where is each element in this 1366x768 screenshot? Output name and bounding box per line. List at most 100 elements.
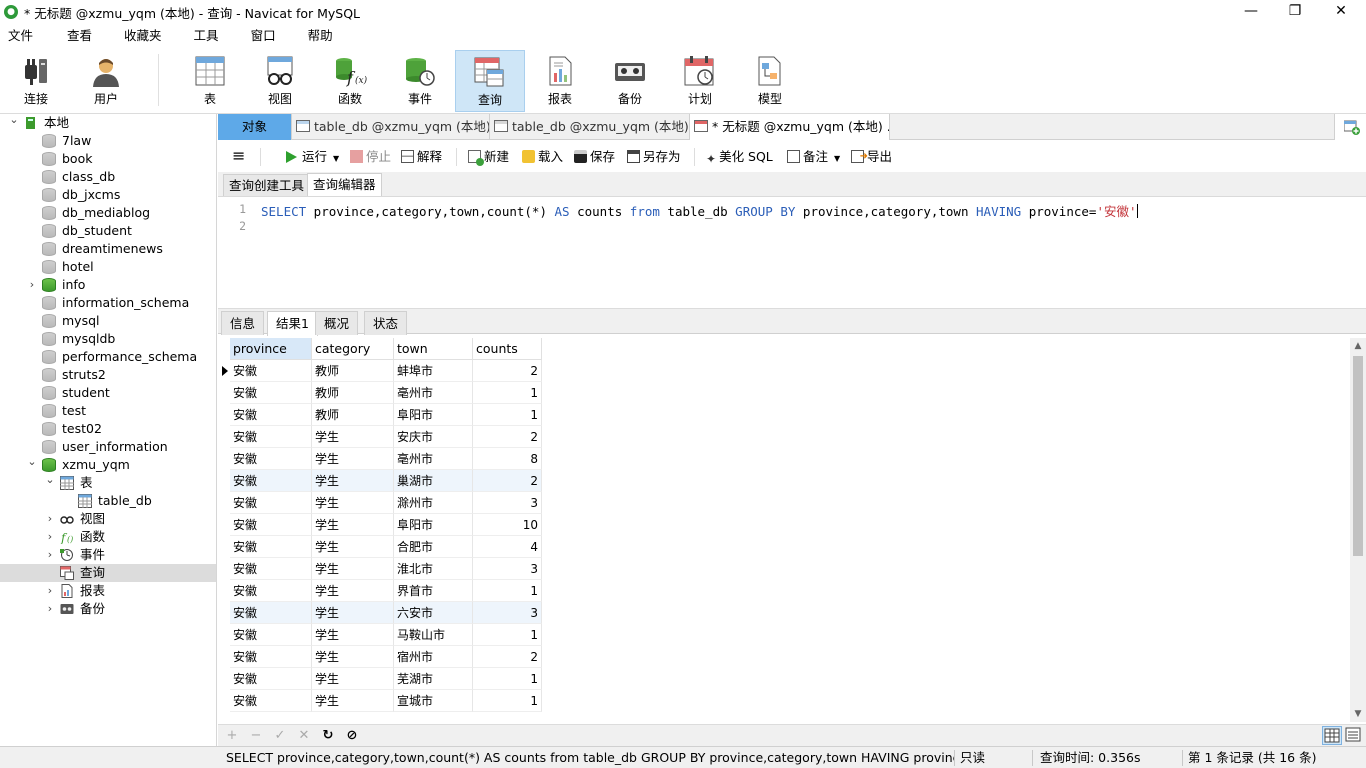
collapsed-arrow-icon[interactable]: ›: [44, 510, 56, 528]
event-button[interactable]: 事件: [385, 50, 455, 112]
delete-record-icon[interactable]: −: [248, 728, 264, 744]
tree-database-test[interactable]: test: [0, 402, 216, 420]
grid-cell-category[interactable]: 学生: [312, 558, 394, 580]
sql-editor[interactable]: 1 2 SELECT province,category,town,count(…: [218, 196, 1366, 306]
grid-cell-category[interactable]: 学生: [312, 624, 394, 646]
tab-table-db-1[interactable]: table_db @xzmu_yqm (本地)...: [292, 114, 490, 140]
grid-cell-category[interactable]: 学生: [312, 426, 394, 448]
expanded-arrow-icon[interactable]: ⌄: [8, 114, 20, 129]
tree-database-book[interactable]: book: [0, 150, 216, 168]
grid-cell-category[interactable]: 教师: [312, 360, 394, 382]
tree-database-performance_schema[interactable]: performance_schema: [0, 348, 216, 366]
column-header-category[interactable]: category: [312, 338, 394, 360]
tab-result-1[interactable]: 结果1: [267, 311, 318, 336]
scroll-up-icon[interactable]: ▲: [1350, 338, 1366, 354]
tree-folder-views[interactable]: › 视图: [0, 510, 216, 528]
grid-cell-town[interactable]: 芜湖市: [394, 668, 473, 690]
collapsed-arrow-icon[interactable]: ›: [44, 528, 56, 546]
grid-view-icon[interactable]: [1322, 726, 1342, 745]
grid-cell-category[interactable]: 教师: [312, 404, 394, 426]
grid-cell-counts[interactable]: 1: [473, 668, 542, 690]
tab-profile[interactable]: 概况: [315, 311, 359, 335]
tab-info[interactable]: 信息: [221, 311, 265, 335]
tree-folder-queries[interactable]: 查询: [0, 564, 216, 582]
grid-cell-province[interactable]: 安徽: [230, 536, 312, 558]
tree-database-information_schema[interactable]: information_schema: [0, 294, 216, 312]
grid-cell-town[interactable]: 合肥市: [394, 536, 473, 558]
function-button[interactable]: f (x) 函数: [315, 50, 385, 112]
view-button[interactable]: 视图: [245, 50, 315, 112]
grid-cell-counts[interactable]: 1: [473, 624, 542, 646]
grid-cell-counts[interactable]: 1: [473, 580, 542, 602]
menu-view[interactable]: 查看: [59, 24, 100, 48]
menu-tools[interactable]: 工具: [186, 24, 227, 48]
tree-folder-backups[interactable]: › 备份: [0, 600, 216, 618]
explain-button[interactable]: 解释: [401, 148, 442, 166]
grid-cell-town[interactable]: 马鞍山市: [394, 624, 473, 646]
tree-folder-tables[interactable]: ⌄ 表: [0, 473, 216, 492]
minimize-button[interactable]: —: [1228, 0, 1274, 24]
grid-cell-category[interactable]: 学生: [312, 580, 394, 602]
column-header-town[interactable]: town: [394, 338, 473, 360]
grid-cell-town[interactable]: 安庆市: [394, 426, 473, 448]
tree-database-test02[interactable]: test02: [0, 420, 216, 438]
tree-database-struts2[interactable]: struts2: [0, 366, 216, 384]
export-button[interactable]: ➜ 导出: [851, 148, 892, 166]
stop-button[interactable]: 停止: [350, 148, 391, 166]
tree-connection-local[interactable]: ⌄ 本地: [0, 114, 216, 132]
form-view-icon[interactable]: [1344, 726, 1364, 745]
grid-cell-town[interactable]: 亳州市: [394, 382, 473, 404]
add-record-icon[interactable]: +: [224, 728, 240, 744]
grid-cell-counts[interactable]: 3: [473, 558, 542, 580]
hamburger-menu-icon[interactable]: ≡: [232, 148, 245, 166]
grid-cell-category[interactable]: 学生: [312, 492, 394, 514]
grid-cell-town[interactable]: 阜阳市: [394, 404, 473, 426]
save-as-button[interactable]: 另存为: [627, 148, 681, 166]
menu-window[interactable]: 窗口: [243, 24, 284, 48]
grid-cell-category[interactable]: 学生: [312, 602, 394, 624]
grid-cell-counts[interactable]: 4: [473, 536, 542, 558]
discard-changes-icon[interactable]: ✕: [296, 728, 312, 744]
connect-button[interactable]: 连接: [1, 50, 71, 112]
grid-cell-counts[interactable]: 1: [473, 382, 542, 404]
tree-database-mysqldb[interactable]: mysqldb: [0, 330, 216, 348]
tab-status[interactable]: 状态: [364, 311, 408, 335]
collapsed-arrow-icon[interactable]: ›: [26, 276, 38, 294]
grid-cell-province[interactable]: 安徽: [230, 492, 312, 514]
tree-database-hotel[interactable]: hotel: [0, 258, 216, 276]
grid-cell-category[interactable]: 学生: [312, 646, 394, 668]
grid-cell-category[interactable]: 学生: [312, 470, 394, 492]
tree-folder-events[interactable]: › 事件: [0, 546, 216, 564]
collapsed-arrow-icon[interactable]: ›: [44, 600, 56, 618]
close-button[interactable]: ✕: [1318, 0, 1364, 24]
menu-help[interactable]: 帮助: [300, 24, 341, 48]
tree-database-7law[interactable]: 7law: [0, 132, 216, 150]
tree-table-table-db[interactable]: table_db: [0, 492, 216, 510]
restore-button[interactable]: ❐: [1272, 0, 1318, 24]
report-button[interactable]: 报表: [525, 50, 595, 112]
grid-cell-province[interactable]: 安徽: [230, 360, 312, 382]
grid-cell-town[interactable]: 宿州市: [394, 646, 473, 668]
user-button[interactable]: 用户: [71, 50, 141, 112]
grid-cell-town[interactable]: 蚌埠市: [394, 360, 473, 382]
new-tab-button[interactable]: [1334, 114, 1366, 140]
grid-cell-province[interactable]: 安徽: [230, 668, 312, 690]
grid-cell-category[interactable]: 教师: [312, 382, 394, 404]
grid-cell-category[interactable]: 学生: [312, 448, 394, 470]
tab-objects[interactable]: 对象: [218, 114, 292, 140]
grid-cell-counts[interactable]: 8: [473, 448, 542, 470]
grid-cell-category[interactable]: 学生: [312, 514, 394, 536]
run-button[interactable]: 运行 ▼: [286, 148, 339, 166]
tree-folder-functions[interactable]: › f() 函数: [0, 528, 216, 546]
grid-cell-counts[interactable]: 3: [473, 602, 542, 624]
menu-file[interactable]: 文件: [0, 24, 41, 48]
tree-database-dreamtimenews[interactable]: dreamtimenews: [0, 240, 216, 258]
grid-cell-province[interactable]: 安徽: [230, 624, 312, 646]
model-button[interactable]: 模型: [735, 50, 805, 112]
grid-cell-town[interactable]: 巢湖市: [394, 470, 473, 492]
scrollbar-thumb[interactable]: [1353, 356, 1363, 556]
tree-database-class_db[interactable]: class_db: [0, 168, 216, 186]
collapsed-arrow-icon[interactable]: ›: [44, 582, 56, 600]
grid-cell-town[interactable]: 界首市: [394, 580, 473, 602]
grid-cell-province[interactable]: 安徽: [230, 646, 312, 668]
